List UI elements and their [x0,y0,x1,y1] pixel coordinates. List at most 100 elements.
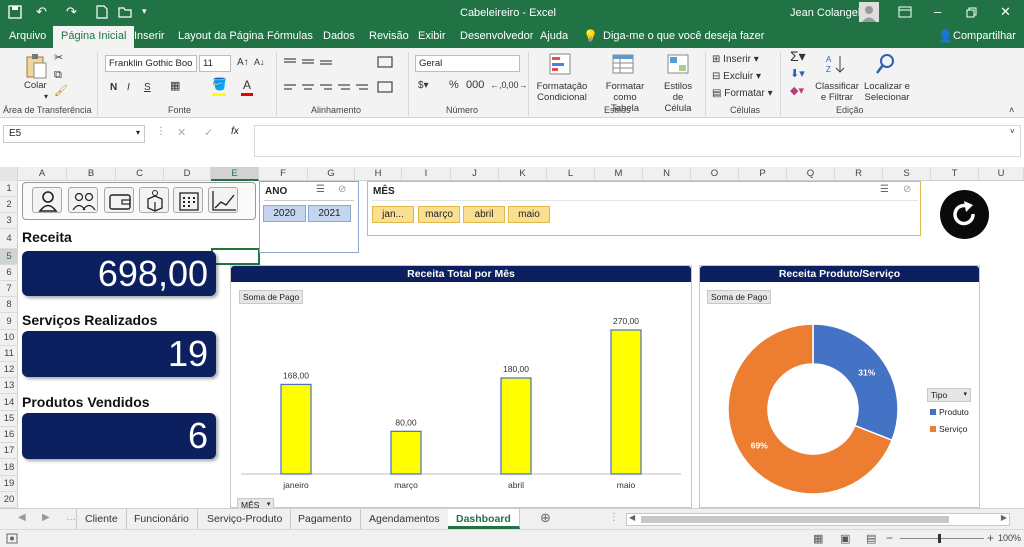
format-cells-button[interactable]: ▤ Formatar ▾ [712,88,773,99]
row-header-14[interactable]: 14 [0,394,18,411]
find-select-icon[interactable] [875,53,897,75]
col-header-l[interactable]: L [547,167,595,181]
bar-maio[interactable] [610,329,642,475]
row-header-19[interactable]: 19 [0,476,18,492]
save-icon[interactable] [8,5,22,19]
row-header-15[interactable]: 15 [0,411,18,427]
row-header-4[interactable]: 4 [0,229,18,249]
name-box[interactable]: E5 ▾ [3,125,145,143]
row-header-10[interactable]: 10 [0,330,18,346]
col-header-b[interactable]: B [67,167,116,181]
comma-style-icon[interactable]: 000 [466,80,484,91]
bold-button[interactable]: N [110,82,117,93]
nav-box-button[interactable] [139,187,169,213]
alignment-icons[interactable] [282,56,402,100]
tab-ajuda[interactable]: Ajuda [540,30,568,42]
italic-button[interactable]: I [127,82,130,93]
restore-icon[interactable] [966,7,977,18]
copy-icon[interactable]: ⧉ [54,70,62,81]
cell-styles-icon[interactable] [667,53,691,77]
zoom-level[interactable]: 100% [998,533,1021,543]
delete-cells-button[interactable]: ⊟ Excluir ▾ [712,71,761,82]
zoom-out-icon[interactable]: − [886,531,893,545]
tab-pagina-inicial[interactable]: Página Inicial [53,26,135,48]
clear-filter-icon[interactable]: ⊘ [338,184,346,195]
autosum-icon[interactable]: Σ▾ [790,49,806,63]
row-header-8[interactable]: 8 [0,297,18,313]
grow-font-icon[interactable]: A↑ [237,57,249,68]
col-header-i[interactable]: I [402,167,451,181]
selected-cell-e5[interactable] [211,248,260,265]
row-header-11[interactable]: 11 [0,346,18,362]
bar-janeiro[interactable] [280,383,312,475]
col-header-d[interactable]: D [164,167,211,181]
bar-abril[interactable] [500,377,532,475]
redo-icon[interactable]: ↷ [66,4,77,20]
col-header-r[interactable]: R [835,167,883,181]
sheet-tab-dashboard[interactable]: Dashboard [448,509,520,529]
nav-calendar-button[interactable] [173,187,203,213]
confirm-entry-icon[interactable]: ✓ [204,126,213,139]
tab-desenvolvedor[interactable]: Desenvolvedor [460,30,533,42]
col-header-e[interactable]: E [211,167,259,181]
shrink-font-icon[interactable]: A↓ [254,57,265,68]
sort-filter-icon[interactable]: AZ [826,53,848,75]
scroll-tabs-right-icon[interactable]: ▶ [42,512,50,523]
collapse-ribbon-icon[interactable]: ˄ [1009,105,1014,116]
col-header-k[interactable]: K [499,167,547,181]
cut-icon[interactable]: ✂ [54,53,63,64]
zoom-in-icon[interactable]: + [987,531,994,545]
fill-icon[interactable]: ⬇▾ [790,69,805,80]
customize-toolbar-icon[interactable]: ▾ [142,6,147,17]
format-table-icon[interactable] [612,53,636,77]
mes-jan-button[interactable]: jan... [372,206,414,223]
zoom-slider[interactable] [900,538,984,539]
close-icon[interactable]: ✕ [1000,4,1011,20]
col-header-m[interactable]: M [595,167,643,181]
ribbon-display-icon[interactable] [898,6,912,18]
sheet-tab-agendamentos[interactable]: Agendamentos [361,509,449,529]
horizontal-scrollbar[interactable]: ◀ ▶ [626,513,1010,526]
font-size-select[interactable]: 11 [199,55,231,72]
font-color-icon[interactable]: A [243,79,251,91]
zoom-slider-thumb[interactable] [938,534,941,543]
row-header-12[interactable]: 12 [0,362,18,378]
ano-2020-button[interactable]: 2020 [263,205,306,222]
row-header-18[interactable]: 18 [0,459,18,476]
paste-icon[interactable] [25,53,47,79]
sheet-tab-cliente[interactable]: Cliente [76,509,127,529]
underline-button[interactable]: S [144,82,151,93]
bar-março[interactable] [390,430,422,475]
avatar[interactable] [859,2,879,22]
borders-icon[interactable]: ▦ [170,81,180,92]
macro-record-icon[interactable] [6,533,18,544]
row-header-7[interactable]: 7 [0,281,18,297]
nav-wallet-button[interactable] [104,187,134,213]
row-header-2[interactable]: 2 [0,197,18,213]
pie-slice-0[interactable] [812,323,899,442]
row-header-13[interactable]: 13 [0,378,18,394]
row-header-1[interactable]: 1 [0,181,18,197]
tab-exibir[interactable]: Exibir [418,30,446,42]
fill-color-icon[interactable]: 🪣 [212,78,227,90]
bar-chart-container[interactable]: Receita Total por Mês Soma de Pago 168,0… [230,265,692,508]
page-break-view-icon[interactable]: ▤ [866,532,876,545]
col-header-a[interactable]: A [18,167,67,181]
row-header-5[interactable]: 5 [0,249,18,265]
multiselect-icon[interactable]: ☰ [316,184,325,195]
expand-formula-icon[interactable]: ˅ [1010,127,1015,136]
find-select-button[interactable]: Localizar e Selecionar [863,81,911,103]
tab-arquivo[interactable]: Arquivo [9,30,46,42]
col-header-h[interactable]: H [355,167,402,181]
mes-maio-button[interactable]: maio [508,206,550,223]
sheet-tab-pagamento[interactable]: Pagamento [290,509,361,529]
paste-dropdown-icon[interactable]: ▾ [44,91,48,102]
col-header-c[interactable]: C [116,167,164,181]
col-header-q[interactable]: Q [787,167,835,181]
col-header-f[interactable]: F [259,167,308,181]
page-layout-view-icon[interactable]: ▣ [840,532,850,545]
ano-2021-button[interactable]: 2021 [308,205,351,222]
scrollbar-thumb[interactable] [641,516,949,523]
col-header-n[interactable]: N [643,167,691,181]
row-header-17[interactable]: 17 [0,443,18,459]
